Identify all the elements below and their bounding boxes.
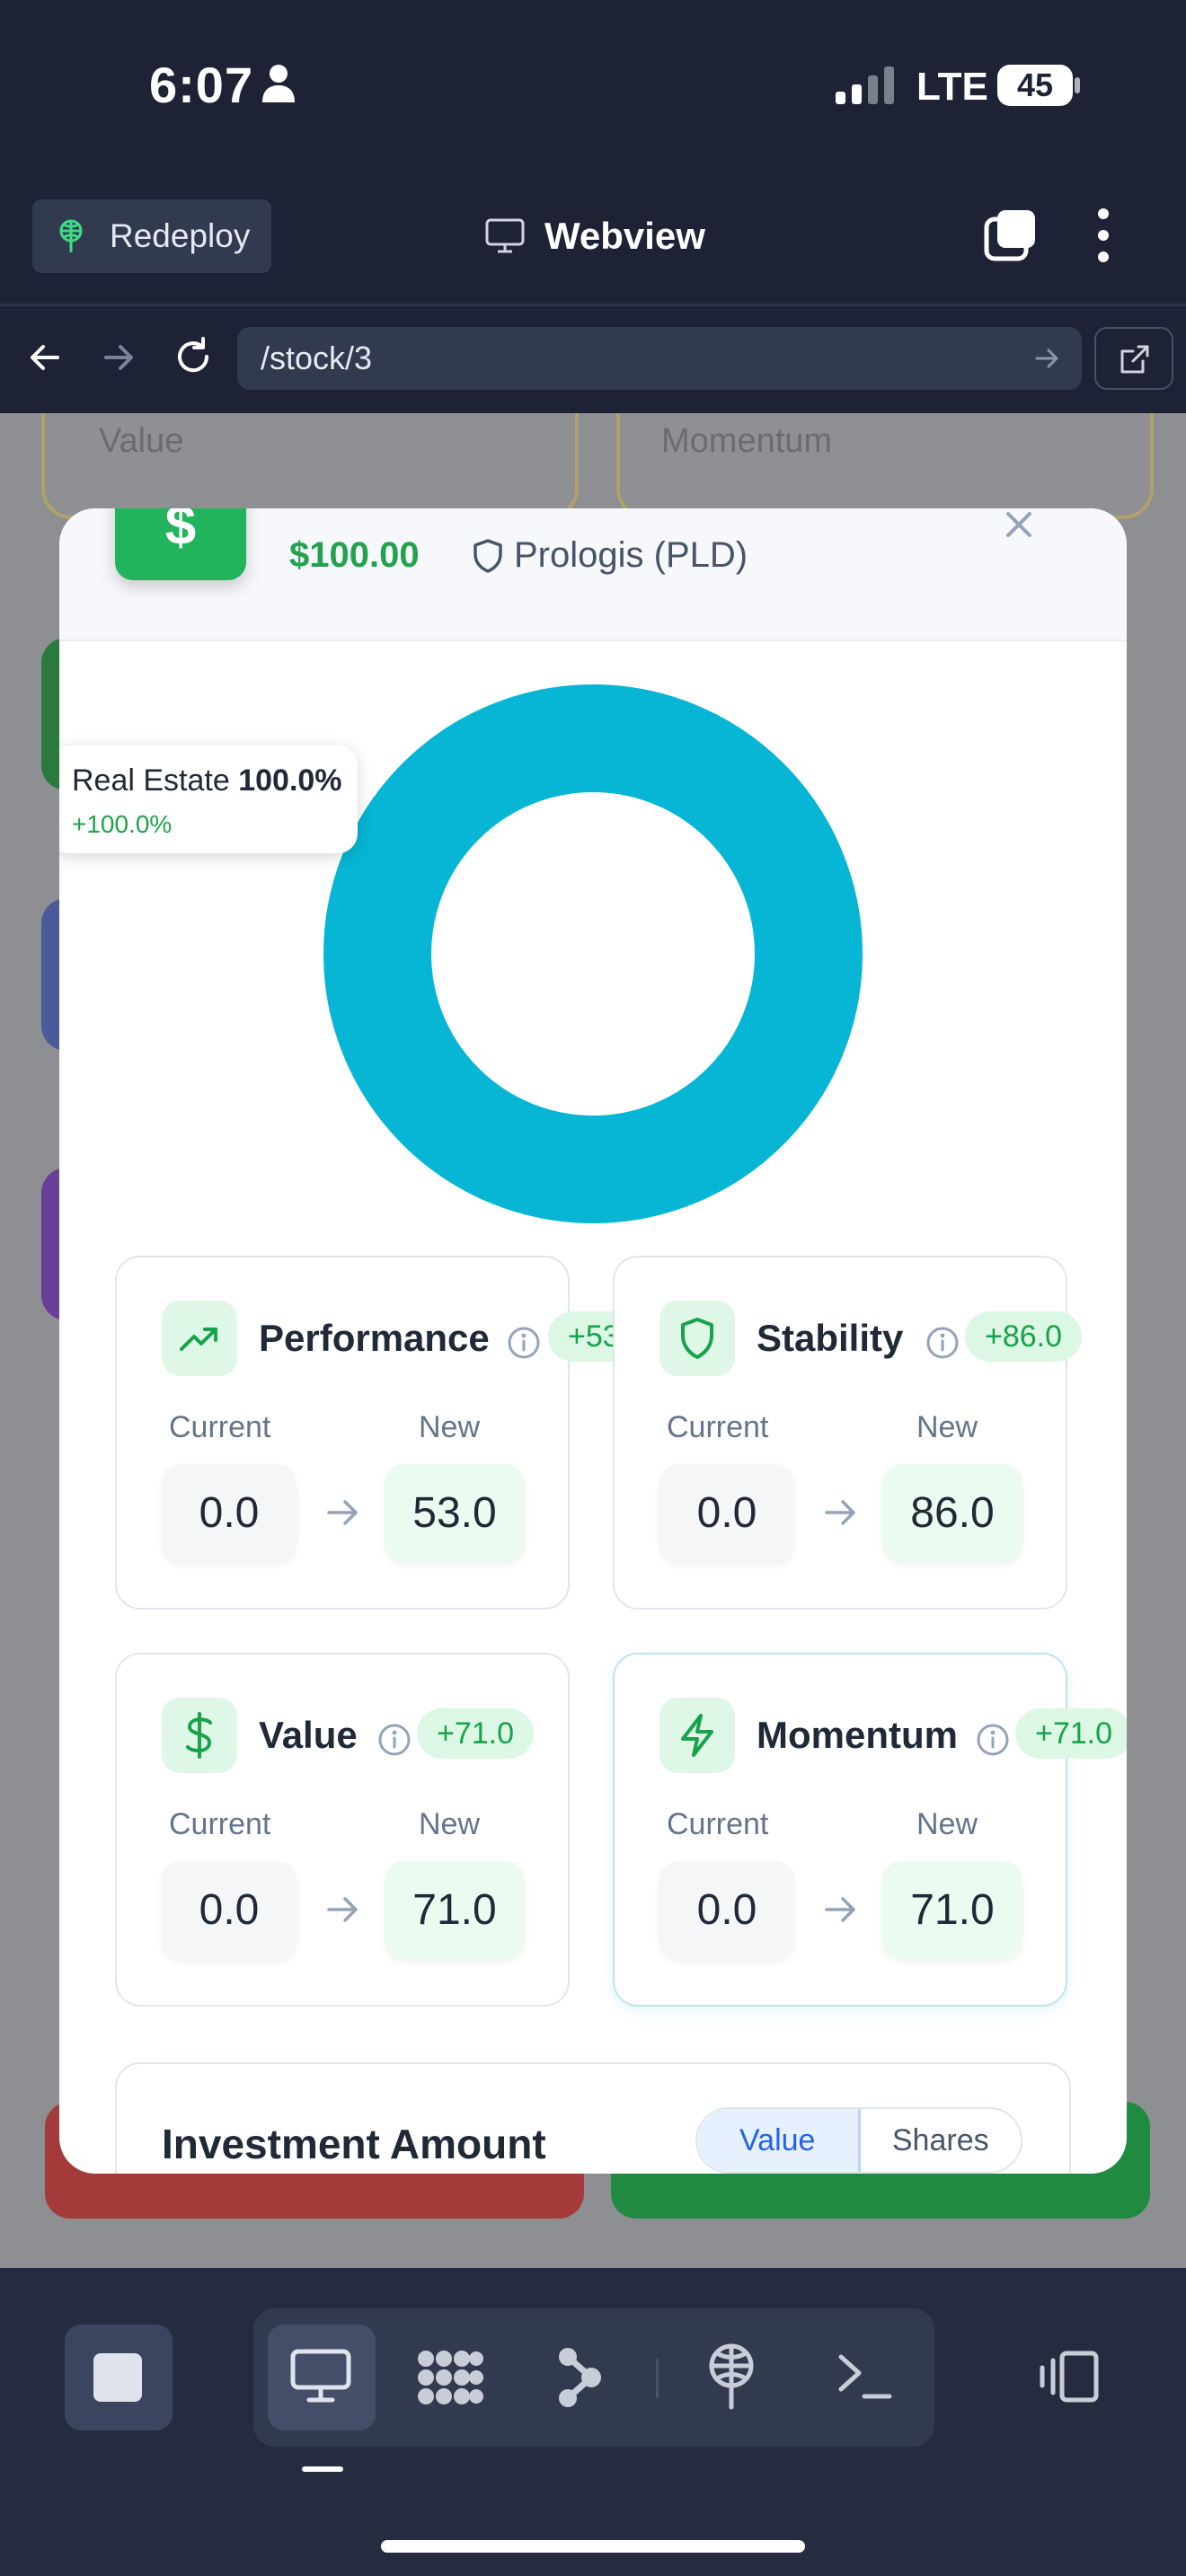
url-text[interactable]: /stock/3 [261,340,372,377]
tooltip-label: Real Estate 100.0% [72,763,342,798]
redeploy-button[interactable]: Redeploy [32,199,271,273]
metric-delta-badge: +71.0 [1015,1708,1127,1759]
metric-title: Momentum [757,1714,958,1756]
new-value: 71.0 [385,1861,525,1960]
grid-dots-icon[interactable] [417,2348,485,2407]
reload-icon[interactable] [173,336,214,377]
branch-icon[interactable] [553,2346,604,2409]
go-arrow-icon[interactable] [1033,345,1060,372]
tabs-icon[interactable] [983,208,1037,262]
info-icon[interactable] [507,1326,541,1360]
zap-icon [681,1714,713,1757]
stop-icon [93,2353,142,2402]
new-label: New [419,1410,481,1444]
stock-name: Prologis (PLD) [473,535,748,576]
metric-card-stability[interactable]: Stability +86.0 Current New 0.0 86.0 [613,1256,1083,1610]
info-icon[interactable] [377,1723,412,1757]
more-vertical-icon[interactable] [1094,207,1112,264]
current-value: 0.0 [162,1861,296,1960]
webview-title-text: Webview [544,215,705,257]
new-value: 71.0 [882,1861,1022,1960]
external-link-icon [1120,345,1149,374]
info-icon[interactable] [925,1326,960,1360]
arrow-right-icon [825,1897,855,1922]
active-tab-underline [302,2466,343,2472]
webview-title: Webview [485,207,705,266]
current-value: 0.0 [659,1464,794,1563]
stock-price: $100.00 [289,535,420,575]
allocation-donut-chart [323,684,863,1223]
new-label: New [916,1410,978,1444]
momentum-icon-box [659,1698,735,1773]
performance-icon-box [162,1301,237,1376]
redeploy-label: Redeploy [110,217,251,254]
open-external-button[interactable] [1094,327,1173,390]
back-arrow-icon[interactable] [27,340,63,375]
status-time: 6:07 [149,57,254,113]
tooltip-delta: +100.0% [72,810,173,838]
dollar-icon [186,1712,212,1759]
status-bar: 6:07 LTE 45 [0,0,1186,171]
bg-card-momentum-label: Momentum [661,422,833,460]
toggle-value[interactable]: Value [697,2109,861,2172]
new-value: 86.0 [882,1464,1022,1563]
shield-icon [681,1318,713,1359]
stock-name-text: Prologis (PLD) [514,535,748,575]
trending-up-icon [180,1328,217,1351]
arrow-right-icon [327,1897,358,1922]
monitor-icon [485,218,525,253]
metric-title: Performance [259,1317,490,1359]
person-icon [262,65,295,102]
metric-card-momentum[interactable]: Momentum +71.0 Current New 0.0 71.0 [613,1653,1127,2007]
current-label: Current [169,1410,271,1444]
terminal-icon[interactable] [836,2348,893,2402]
arrow-right-icon [825,1500,855,1525]
new-label: New [419,1807,481,1841]
forward-arrow-icon[interactable] [101,340,137,375]
metric-card-value[interactable]: Value +71.0 Current New 0.0 71.0 [115,1653,570,2007]
device-panel-icon[interactable] [1035,2350,1100,2404]
toolbar-divider [0,304,1186,306]
network-type: LTE [916,65,988,109]
tooltip-sector: Real Estate [72,763,230,798]
dollar-badge-icon: $ [115,508,246,580]
deploy-icon[interactable] [704,2342,758,2411]
donut-tooltip: Real Estate 100.0% +100.0% [59,745,358,853]
shield-icon [474,538,502,573]
metric-delta-badge: +86.0 [965,1311,1083,1362]
bg-card-value: Value [41,413,579,519]
battery-tip [1075,77,1080,93]
new-value: 53.0 [385,1464,525,1563]
tool-divider [656,2359,659,2398]
signal-icon [836,66,894,104]
investment-title: Investment Amount [162,2121,546,2167]
current-label: Current [667,1410,769,1444]
new-label: New [916,1807,978,1841]
current-value: 0.0 [162,1464,296,1563]
bg-card-value-label: Value [99,422,184,460]
tooltip-percent: 100.0% [238,763,342,798]
info-icon[interactable] [976,1723,1010,1757]
stock-modal: $ $100.00 Prologis (PLD) Real Estate 100… [59,508,1127,2174]
bg-card-momentum: Momentum [616,413,1154,519]
metric-card-performance[interactable]: Performance +53.0 Current New 0.0 53.0 [115,1256,666,1610]
donut-slice-real-estate[interactable] [323,684,863,1223]
metric-delta-badge: +71.0 [417,1708,535,1759]
metric-title: Stability [757,1317,904,1359]
home-indicator [381,2540,805,2553]
deploy-icon [59,219,83,252]
stability-icon-box [659,1301,735,1376]
current-label: Current [169,1807,271,1841]
metric-title: Value [259,1714,358,1756]
battery-indicator: 45 [997,65,1073,106]
close-icon[interactable] [999,508,1039,548]
toggle-shares[interactable]: Shares [861,2109,1022,2172]
current-label: Current [667,1807,769,1841]
modal-header-divider [59,640,1127,641]
arrow-right-icon [327,1500,358,1525]
investment-mode-toggle: Value Shares [695,2107,1022,2174]
monitor-icon [290,2349,351,2403]
current-value: 0.0 [659,1861,794,1960]
value-icon-box [162,1698,237,1773]
